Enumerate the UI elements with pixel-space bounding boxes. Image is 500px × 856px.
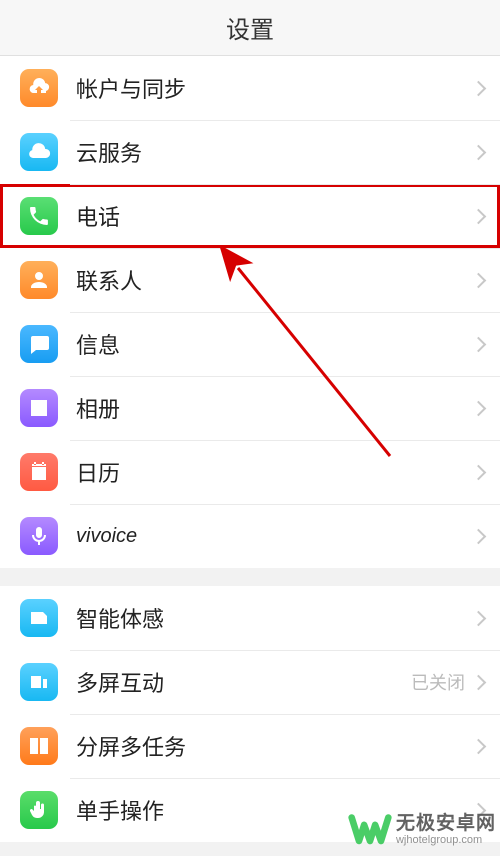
chevron-right-icon bbox=[471, 208, 487, 224]
multiscreen-icon bbox=[20, 663, 58, 701]
message-icon bbox=[20, 325, 58, 363]
row-tail: 已关闭 bbox=[411, 669, 465, 695]
chevron-right-icon bbox=[471, 738, 487, 754]
settings-row-contacts[interactable]: 联系人 bbox=[0, 248, 500, 312]
motion-icon bbox=[20, 599, 58, 637]
settings-row-multitask[interactable]: 分屏多任务 bbox=[0, 714, 500, 778]
row-label: 相册 bbox=[76, 392, 473, 424]
chevron-right-icon bbox=[471, 272, 487, 288]
settings-row-calendar[interactable]: 日历 bbox=[0, 440, 500, 504]
watermark-title: 无极安卓网 bbox=[396, 814, 496, 835]
settings-row-phone[interactable]: 电话 bbox=[0, 184, 500, 248]
settings-row-cloud[interactable]: 云服务 bbox=[0, 120, 500, 184]
settings-row-messages[interactable]: 信息 bbox=[0, 312, 500, 376]
row-label: 联系人 bbox=[76, 264, 473, 296]
settings-row-account[interactable]: 帐户与同步 bbox=[0, 56, 500, 120]
row-label: vivoice bbox=[76, 525, 473, 548]
chevron-right-icon bbox=[471, 674, 487, 690]
onehand-icon bbox=[20, 791, 58, 829]
row-label: 分屏多任务 bbox=[76, 730, 473, 762]
row-label: 智能体感 bbox=[76, 602, 473, 634]
settings-row-vivoice[interactable]: vivoice bbox=[0, 504, 500, 568]
cloud-icon bbox=[20, 133, 58, 171]
row-label: 日历 bbox=[76, 456, 473, 488]
chevron-right-icon bbox=[471, 464, 487, 480]
row-label: 多屏互动 bbox=[76, 666, 411, 698]
chevron-right-icon bbox=[471, 400, 487, 416]
calendar-icon bbox=[20, 453, 58, 491]
row-label: 信息 bbox=[76, 328, 473, 360]
chevron-right-icon bbox=[471, 80, 487, 96]
watermark: 无极安卓网 wjhotelgroup.com bbox=[348, 810, 496, 850]
chevron-right-icon bbox=[471, 336, 487, 352]
person-icon bbox=[20, 261, 58, 299]
phone-icon bbox=[20, 197, 58, 235]
chevron-right-icon bbox=[471, 528, 487, 544]
watermark-sub: wjhotelgroup.com bbox=[396, 834, 496, 846]
mic-icon bbox=[20, 517, 58, 555]
chevron-right-icon bbox=[471, 144, 487, 160]
gallery-icon bbox=[20, 389, 58, 427]
chevron-right-icon bbox=[471, 610, 487, 626]
settings-row-multiscreen[interactable]: 多屏互动已关闭 bbox=[0, 650, 500, 714]
cloud-up-icon bbox=[20, 69, 58, 107]
settings-row-motion[interactable]: 智能体感 bbox=[0, 586, 500, 650]
row-label: 电话 bbox=[76, 200, 473, 232]
page-title: 设置 bbox=[0, 0, 500, 56]
watermark-logo-icon bbox=[348, 810, 392, 850]
row-label: 云服务 bbox=[76, 136, 473, 168]
row-label: 帐户与同步 bbox=[76, 72, 473, 104]
multitask-icon bbox=[20, 727, 58, 765]
settings-row-gallery[interactable]: 相册 bbox=[0, 376, 500, 440]
